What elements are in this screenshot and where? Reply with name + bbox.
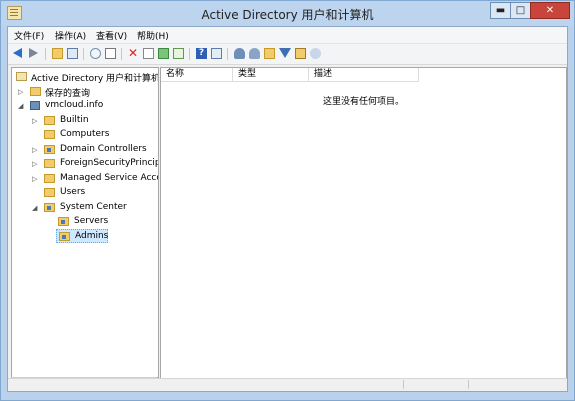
new-group-icon[interactable] bbox=[249, 48, 260, 59]
tree-item-system-center[interactable]: ◢ System Center bbox=[12, 201, 158, 215]
domain-icon bbox=[30, 101, 40, 110]
tree-item-computers[interactable]: Computers bbox=[12, 128, 158, 142]
column-header-type[interactable]: 类型 bbox=[233, 68, 309, 82]
toolbar-separator bbox=[189, 48, 190, 60]
tree-item-domain[interactable]: ◢ vmcloud.info bbox=[12, 99, 158, 113]
toolbar-separator bbox=[121, 48, 122, 60]
toolbar-separator bbox=[227, 48, 228, 60]
menu-view[interactable]: 查看(V) bbox=[96, 29, 127, 42]
tree-item-servers[interactable]: Servers bbox=[12, 215, 158, 229]
up-folder-icon[interactable] bbox=[52, 48, 63, 59]
empty-list-message: 这里没有任何项目。 bbox=[322, 97, 404, 107]
column-header-name[interactable]: 名称 bbox=[161, 68, 233, 82]
ou-icon bbox=[58, 217, 69, 226]
ou-icon bbox=[59, 232, 70, 241]
ou-icon bbox=[44, 145, 55, 154]
new-ou-icon[interactable] bbox=[264, 48, 275, 59]
find-icon[interactable] bbox=[295, 48, 306, 59]
client-area: 文件(F) 操作(A) 查看(V) 帮助(H) ✕ ? Active Direc… bbox=[7, 26, 568, 392]
help-icon[interactable]: ? bbox=[196, 48, 207, 59]
maximize-button[interactable]: □ bbox=[510, 2, 531, 19]
console-tree[interactable]: Active Directory 用户和计算机 ▷ 保存的查询 ◢ vmclou… bbox=[11, 67, 159, 378]
tree-item-foreign-security-principals[interactable]: ▷ ForeignSecurityPrincipa bbox=[12, 157, 158, 171]
status-cell bbox=[468, 380, 529, 389]
menu-action[interactable]: 操作(A) bbox=[55, 29, 86, 42]
folder-icon bbox=[44, 130, 55, 139]
tree-item-label: 保存的查询 bbox=[45, 89, 91, 99]
toolbar: ✕ ? bbox=[8, 44, 567, 65]
tree-item-saved-queries[interactable]: ▷ 保存的查询 bbox=[12, 85, 158, 99]
add-to-group-icon[interactable] bbox=[310, 48, 321, 59]
tree-item-label: vmcloud.info bbox=[45, 100, 104, 110]
back-icon[interactable] bbox=[13, 48, 22, 58]
mmc-window: Active Directory 用户和计算机 ▬ □ ✕ 文件(F) 操作(A… bbox=[0, 0, 575, 401]
cut-icon[interactable] bbox=[90, 48, 101, 59]
close-button[interactable]: ✕ bbox=[530, 2, 570, 19]
status-cell bbox=[403, 380, 469, 389]
expand-arrow-icon[interactable]: ▷ bbox=[32, 117, 39, 125]
expand-arrow-icon[interactable]: ▷ bbox=[18, 88, 25, 96]
tree-item-label: Builtin bbox=[60, 115, 89, 125]
show-hide-tree-icon[interactable] bbox=[67, 48, 78, 59]
tree-item-domain-controllers[interactable]: ▷ Domain Controllers bbox=[12, 143, 158, 157]
properties-icon[interactable] bbox=[143, 48, 154, 59]
tree-item-label: Active Directory 用户和计算机 bbox=[31, 74, 159, 84]
toolbar-separator bbox=[83, 48, 84, 60]
forward-icon[interactable] bbox=[29, 48, 38, 58]
status-bar bbox=[8, 378, 567, 391]
filter-icon[interactable] bbox=[279, 48, 291, 58]
folder-icon bbox=[44, 188, 55, 197]
tree-item-label: Users bbox=[60, 187, 86, 197]
tree-item-label: Admins bbox=[75, 231, 109, 241]
tree-item-label: Servers bbox=[74, 216, 109, 226]
collapse-arrow-icon[interactable]: ◢ bbox=[18, 102, 25, 110]
title-bar[interactable]: Active Directory 用户和计算机 ▬ □ ✕ bbox=[1, 1, 574, 26]
tree-item-label: Computers bbox=[60, 129, 110, 139]
delete-icon[interactable]: ✕ bbox=[128, 47, 139, 59]
copy-icon[interactable] bbox=[105, 48, 116, 59]
tree-item-label: Managed Service Acco bbox=[60, 173, 159, 183]
expand-arrow-icon[interactable]: ▷ bbox=[32, 146, 39, 154]
tree-item-builtin[interactable]: ▷ Builtin bbox=[12, 114, 158, 128]
expand-arrow-icon[interactable]: ▷ bbox=[32, 160, 39, 168]
collapse-arrow-icon[interactable]: ◢ bbox=[32, 204, 39, 212]
console-tree-icon[interactable] bbox=[211, 48, 222, 59]
window-title: Active Directory 用户和计算机 bbox=[201, 8, 374, 22]
snapin-icon bbox=[16, 72, 27, 81]
menu-help[interactable]: 帮助(H) bbox=[137, 29, 169, 42]
tree-item-users[interactable]: Users bbox=[12, 186, 158, 200]
menu-file[interactable]: 文件(F) bbox=[14, 29, 44, 42]
refresh-icon[interactable] bbox=[158, 48, 169, 59]
folder-icon bbox=[44, 116, 55, 125]
ou-icon bbox=[44, 203, 55, 212]
tree-item-admins[interactable]: Admins bbox=[56, 229, 108, 243]
tree-item-root[interactable]: Active Directory 用户和计算机 bbox=[12, 70, 158, 84]
minimize-button[interactable]: ▬ bbox=[490, 2, 511, 19]
tree-item-label: Domain Controllers bbox=[60, 144, 147, 154]
menu-bar: 文件(F) 操作(A) 查看(V) 帮助(H) bbox=[8, 27, 567, 44]
folder-icon bbox=[44, 174, 55, 183]
export-list-icon[interactable] bbox=[173, 48, 184, 59]
new-user-icon[interactable] bbox=[234, 48, 245, 59]
toolbar-separator bbox=[45, 48, 46, 60]
tree-item-label: System Center bbox=[60, 202, 127, 212]
folder-icon bbox=[30, 87, 41, 96]
tree-item-label: ForeignSecurityPrincipa bbox=[60, 158, 159, 168]
results-pane[interactable]: 名称 类型 描述 这里没有任何项目。 bbox=[160, 67, 567, 389]
folder-icon bbox=[44, 159, 55, 168]
tree-item-managed-service-accounts[interactable]: ▷ Managed Service Acco bbox=[12, 172, 158, 186]
expand-arrow-icon[interactable]: ▷ bbox=[32, 175, 39, 183]
column-header-description[interactable]: 描述 bbox=[309, 68, 419, 82]
